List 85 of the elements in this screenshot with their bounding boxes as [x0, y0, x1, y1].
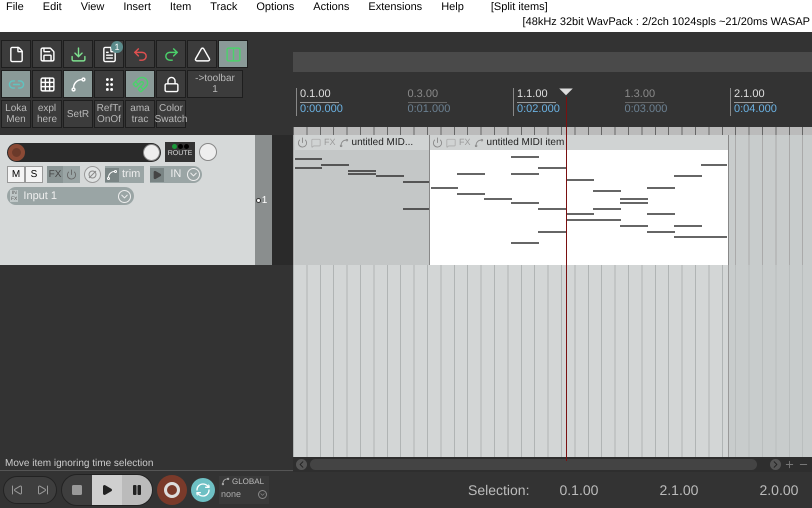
toolbar-icon: [194, 46, 210, 62]
toolbar-button[interactable]: 1: [94, 40, 124, 68]
toolbar-button[interactable]: [94, 70, 124, 98]
repeat-icon[interactable]: [191, 478, 215, 502]
envelope-icon: [105, 168, 119, 182]
dropdown-icon: [187, 168, 200, 181]
toolbar-icon: [8, 46, 24, 62]
toolbar-text-button[interactable]: expl here: [32, 100, 62, 128]
menu-item[interactable]: Help: [441, 0, 464, 12]
selection-length: 2.0.00: [759, 480, 798, 500]
playhead-marker-icon[interactable]: [558, 88, 574, 97]
toolbar-text-button[interactable]: RefTr OnOf: [94, 100, 124, 128]
time-label: 0:00.000: [300, 103, 343, 116]
bar-label: 2.1.00: [734, 88, 773, 103]
toolbar-text-button[interactable]: ama trac: [125, 100, 155, 128]
toolbar-button[interactable]: [218, 40, 248, 68]
toolbar-icon: [162, 46, 180, 62]
hint-text: Move item ignoring time selection: [5, 457, 154, 470]
automation-box[interactable]: GLOBAL none: [219, 476, 269, 504]
meter-lights-icon: [172, 144, 188, 149]
mute-button[interactable]: M: [7, 166, 25, 183]
dropdown-icon: [118, 190, 131, 202]
toolbar-button[interactable]: [32, 40, 62, 68]
toolbar-button[interactable]: [1, 70, 31, 98]
bar-label: 1.3.00: [624, 88, 664, 103]
badge: 1: [111, 41, 123, 53]
track-number-strip: 1: [255, 135, 272, 265]
action-label: [Split items]: [490, 0, 548, 12]
volume-fader[interactable]: [7, 142, 161, 162]
time-label: 0:02.000: [517, 103, 560, 116]
toolbar-text-button[interactable]: Loka Men: [1, 100, 31, 128]
zoom-in-icon[interactable]: [784, 459, 795, 470]
toolbar-icon: [38, 76, 56, 92]
toolbar-button[interactable]: [187, 40, 217, 68]
vertical-scrollbar[interactable]: [272, 135, 293, 265]
toolbar-button[interactable]: [63, 40, 93, 68]
bar-label: 0.1.00: [300, 88, 339, 103]
horizontal-scrollbar[interactable]: [293, 457, 812, 472]
time-label: 0:04.000: [734, 103, 777, 116]
toolbar-button[interactable]: [156, 70, 186, 98]
toolbar-button[interactable]: [156, 40, 186, 68]
toolbar-icon: [100, 46, 118, 62]
menu-item[interactable]: View: [80, 0, 104, 12]
toolbar-icon: [162, 76, 180, 92]
volume-knob[interactable]: [143, 144, 160, 160]
scrollbar-thumb[interactable]: [310, 459, 757, 470]
audio-status: [48kHz 32bit WavPack : 2/2ch 1024spls ~21/20ms WASAP: [522, 15, 811, 30]
toolbar-button[interactable]: [125, 70, 155, 98]
toolbar-button[interactable]: [32, 70, 62, 98]
phase-icon[interactable]: [84, 166, 101, 183]
pan-knob[interactable]: [199, 143, 217, 161]
toolbar-icon: [38, 46, 56, 62]
menu-item[interactable]: Track: [210, 0, 238, 12]
menu-item[interactable]: Options: [256, 0, 294, 12]
bar-label: 1.1.00: [517, 88, 556, 103]
record-icon[interactable]: [157, 474, 187, 504]
toolbar-icon: [224, 46, 242, 62]
bar-label: 0.3.00: [408, 88, 446, 103]
menu-item[interactable]: Edit: [42, 0, 62, 12]
play-icon: [150, 168, 164, 182]
item-name: untitled MID...: [352, 136, 414, 150]
toolbar-text-button[interactable]: ->toolbar 1: [187, 70, 243, 98]
item-name: untitled MIDI item: [486, 136, 564, 150]
menu-item[interactable]: Extensions: [368, 0, 422, 12]
menu-item[interactable]: Actions: [313, 0, 350, 12]
time-label: 0:03.000: [624, 103, 668, 116]
play-icon[interactable]: [92, 474, 122, 504]
toolbar-icon: [70, 46, 86, 62]
menu-item[interactable]: File: [6, 0, 24, 12]
record-arm-icon[interactable]: [8, 144, 25, 160]
selection-label: Selection:: [468, 480, 530, 500]
toolbar-button[interactable]: [63, 70, 93, 98]
selection-end: 2.1.00: [659, 480, 700, 500]
time-label: 0:01.000: [408, 103, 450, 116]
menu-item[interactable]: Item: [170, 0, 192, 12]
toolbar-icon: [132, 46, 148, 62]
toolbar-icon: [132, 76, 148, 92]
solo-button[interactable]: S: [25, 166, 43, 183]
selection-start: 0.1.00: [559, 480, 600, 500]
toolbar-text-button[interactable]: SetR: [63, 100, 93, 128]
menu-item[interactable]: Insert: [123, 0, 151, 12]
pause-icon[interactable]: [122, 474, 152, 504]
toolbar-text-button[interactable]: Color Swatch: [156, 100, 186, 128]
toolbar-button[interactable]: [1, 40, 31, 68]
toolbar-icon: [70, 76, 86, 92]
